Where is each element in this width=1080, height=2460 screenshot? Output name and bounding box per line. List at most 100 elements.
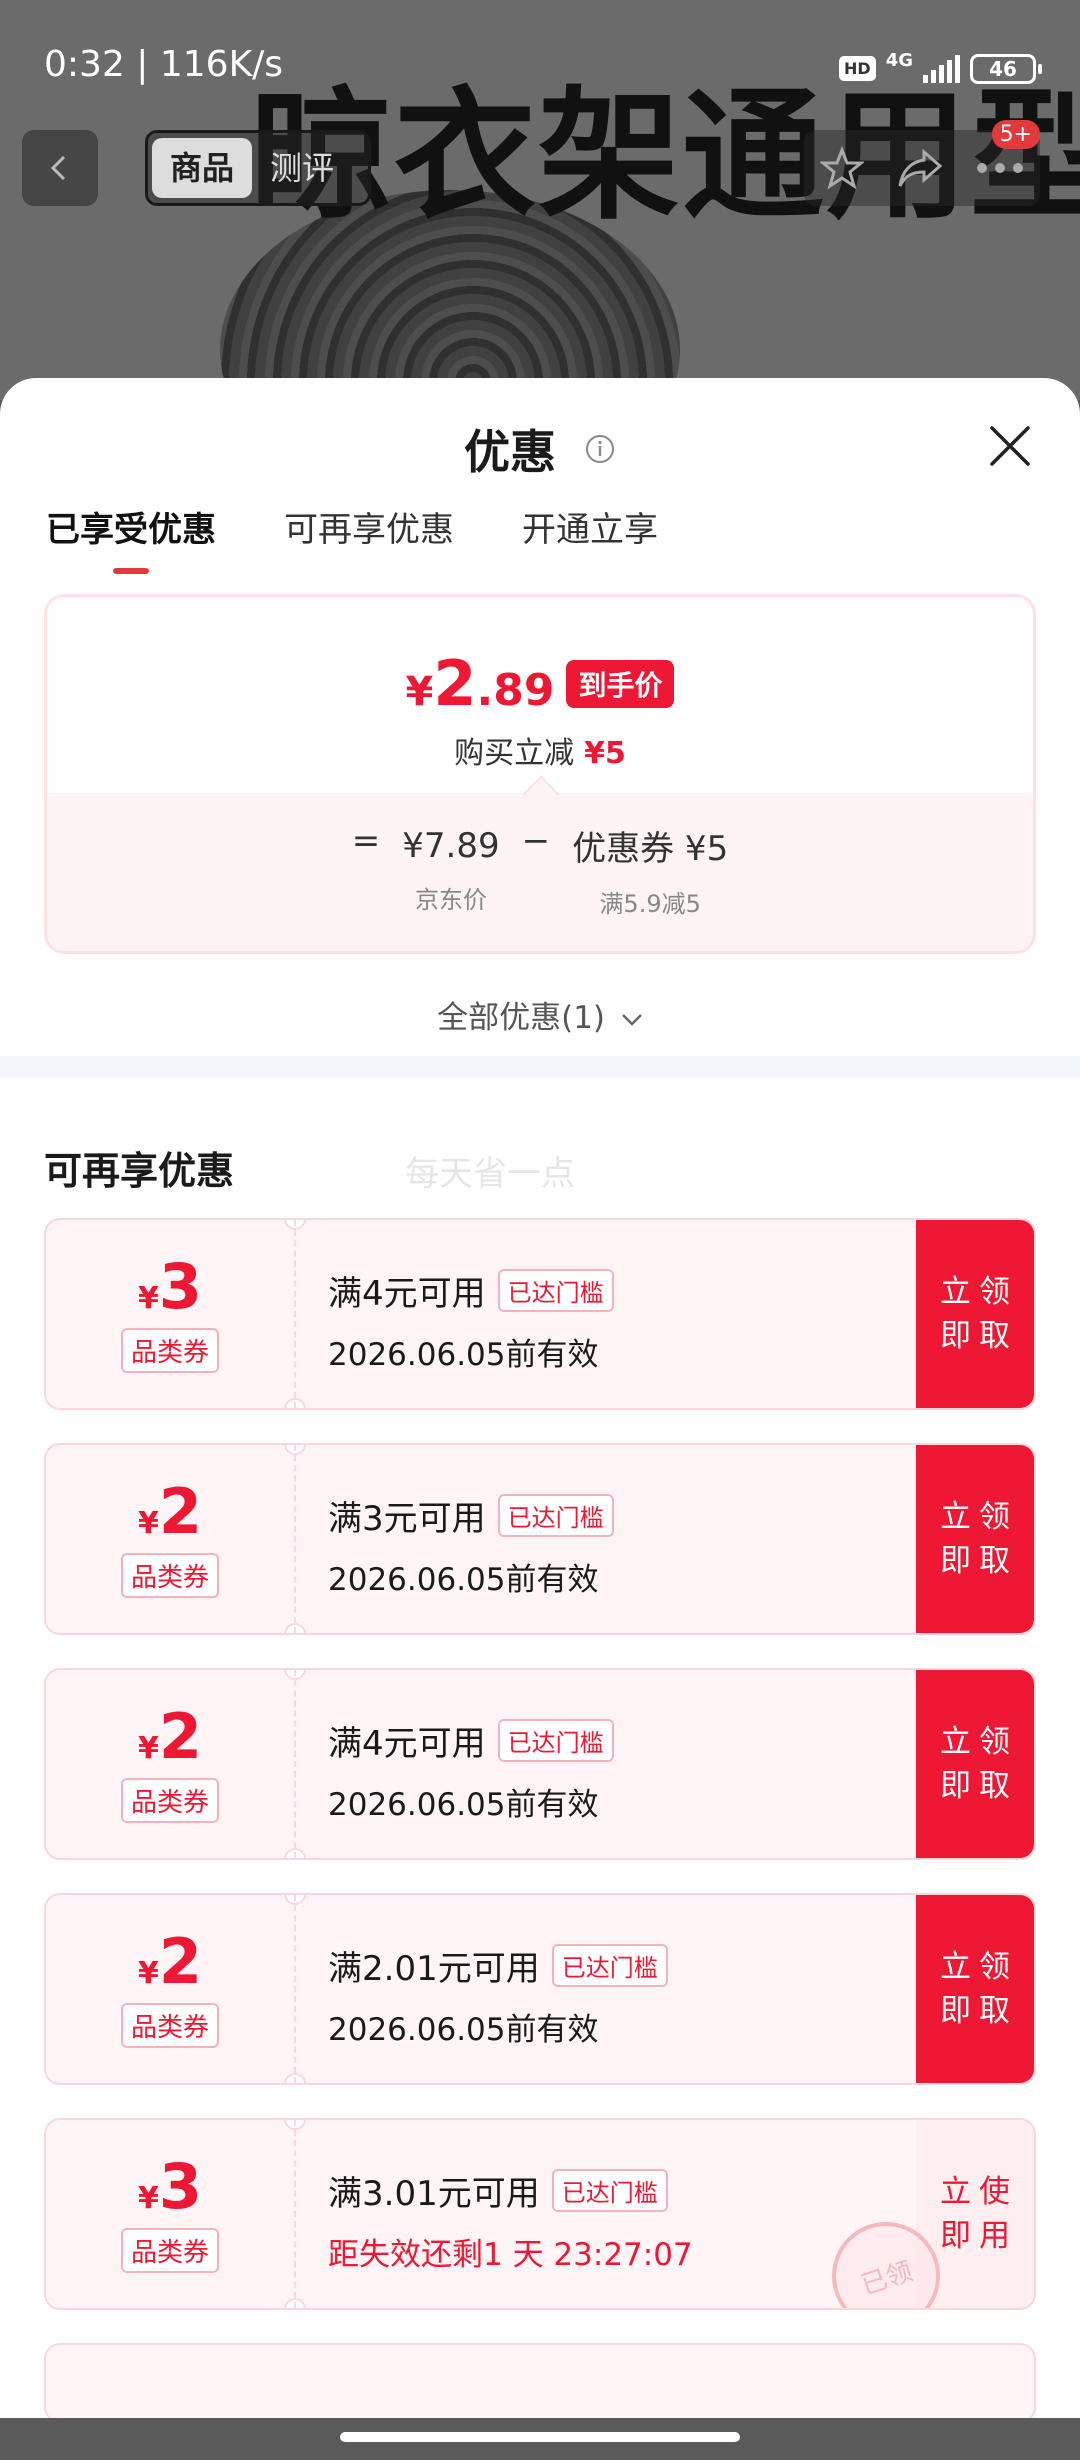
claim-coupon-button[interactable]: 立即 领取	[916, 1895, 1034, 2083]
threshold-met-badge: 已达门槛	[551, 1944, 668, 1987]
coupon-validity: 2026.06.05前有效	[328, 1787, 599, 1823]
back-button[interactable]	[22, 130, 98, 206]
discount-sheet: 优惠 已享受优惠 可再享优惠 开通立享 ¥2.89 到手价 购买立减 ¥5 = ¥…	[0, 378, 1080, 2418]
coupon-countdown: 距失效还剩1 天 23:27:07	[328, 2237, 693, 2273]
all-discounts-label: 全部优惠(1)	[437, 1000, 606, 1036]
sheet-header: 优惠	[0, 378, 1080, 488]
coupon-validity: 2026.06.05前有效	[328, 2012, 599, 2048]
tab-product[interactable]: 商品	[152, 138, 253, 198]
coupon-amount: ¥3	[137, 2149, 202, 2223]
claim-coupon-button[interactable]: 立即 领取	[916, 1670, 1034, 1858]
product-nav: 商品 测评 5+	[0, 120, 1080, 210]
coupon-amount: ¥2	[137, 1699, 202, 1773]
home-indicator[interactable]	[340, 2432, 740, 2442]
coupon-info: 满3元可用 已达门槛 2026.06.05前有效	[296, 1445, 916, 1633]
claim-coupon-button[interactable]: 立即 领取	[916, 1445, 1034, 1633]
message-badge: 5+	[991, 120, 1040, 149]
coupon-condition: 满4元可用	[328, 1274, 486, 1314]
status-bar: 0:32 | 116K/s HD 4G 46	[0, 0, 1080, 130]
coupon-type: 品类券	[120, 2002, 219, 2048]
section-watermark: 每天省一点	[405, 1154, 575, 1194]
jd-price-label: 京东价	[414, 885, 487, 914]
coupon-type: 品类券	[120, 1552, 219, 1598]
status-time: 0:32 | 116K/s	[44, 44, 284, 85]
tab-enjoyed[interactable]: 已享受优惠	[46, 488, 216, 574]
section-divider	[0, 1056, 1080, 1078]
section-title: 可再享优惠	[44, 1149, 235, 1193]
coupon-value: ¥2 品类券	[46, 1670, 296, 1858]
tab-review[interactable]: 测评	[252, 138, 352, 198]
jd-price: ¥7.89	[402, 825, 500, 866]
coupon-amount: ¥2	[137, 1924, 202, 1998]
network-type: 4G	[885, 50, 913, 71]
coupon-info: 满3.01元可用 已达门槛 距失效还剩1 天 23:27:07	[296, 2120, 916, 2308]
coupon-card-partial	[44, 2343, 1036, 2418]
battery-icon: 46	[970, 53, 1042, 84]
tab-more-available[interactable]: 可再享优惠	[284, 488, 454, 574]
coupon-info: 满4元可用 已达门槛 2026.06.05前有效	[296, 1670, 916, 1858]
coupon-type: 品类券	[120, 2227, 219, 2273]
reduction-label: 购买立减	[454, 736, 575, 771]
final-price-tag: 到手价	[566, 659, 675, 708]
system-nav-bar	[0, 2418, 1080, 2460]
chevron-left-icon	[50, 155, 66, 181]
info-icon[interactable]	[584, 433, 616, 465]
coupon-card: ¥3 品类券 满3.01元可用 已达门槛 距失效还剩1 天 23:27:07 已领…	[44, 2118, 1036, 2310]
sheet-title: 优惠	[0, 416, 1080, 482]
threshold-met-badge: 已达门槛	[497, 1719, 614, 1762]
star-icon[interactable]	[820, 146, 864, 190]
coupon-card: ¥2 品类券 满2.01元可用 已达门槛 2026.06.05前有效 立即 领取	[44, 1893, 1036, 2085]
price-formula: = ¥7.89 京东价 − 优惠券 ¥5 满5.9减5	[47, 821, 1033, 919]
threshold-met-badge: 已达门槛	[551, 2169, 668, 2212]
coupon-info: 满4元可用 已达门槛 2026.06.05前有效	[296, 1220, 916, 1408]
final-price-line: ¥2.89 到手价	[47, 597, 1033, 720]
threshold-met-badge: 已达门槛	[497, 1494, 614, 1537]
coupon-validity: 2026.06.05前有效	[328, 1337, 599, 1373]
discount-tabs: 已享受优惠 可再享优惠 开通立享	[0, 488, 1080, 574]
more-discounts-header: 可再享优惠 每天省一点	[0, 1078, 1080, 1198]
coupon-card: ¥2 品类券 满3元可用 已达门槛 2026.06.05前有效 立即 领取	[44, 1443, 1036, 1635]
final-price: ¥2.89	[405, 647, 555, 720]
instant-reduction: 购买立减 ¥5	[47, 728, 1033, 772]
coupon-card: ¥2 品类券 满4元可用 已达门槛 2026.06.05前有效 立即 领取	[44, 1668, 1036, 1860]
coupon-value: ¥2 品类券	[46, 1445, 296, 1633]
signal-icon	[923, 54, 960, 83]
coupon-condition: 满3.01元可用	[328, 2174, 540, 2214]
coupon-info: 满2.01元可用 已达门槛 2026.06.05前有效	[296, 1895, 916, 2083]
coupon-value: ¥2 品类券	[46, 1895, 296, 2083]
final-price-block: ¥2.89 到手价 购买立减 ¥5	[47, 597, 1033, 793]
more-icon[interactable]	[976, 162, 1024, 174]
price-summary-card: ¥2.89 到手价 购买立减 ¥5 = ¥7.89 京东价 − 优惠券 ¥5 满5…	[44, 594, 1036, 954]
coupon-deduction: 优惠券 ¥5	[572, 829, 729, 869]
coupon-condition: 满3元可用	[328, 1499, 486, 1539]
coupon-deduction-label: 满5.9减5	[599, 890, 701, 918]
jd-price-col: ¥7.89 京东价	[402, 826, 499, 915]
coupon-condition: 满4元可用	[328, 1724, 486, 1764]
share-icon[interactable]	[896, 146, 944, 190]
coupon-part-col: 优惠券 ¥5 满5.9减5	[572, 821, 728, 919]
coupon-value: ¥3 品类券	[46, 1220, 296, 1408]
claim-coupon-button[interactable]: 立即 领取	[916, 1220, 1034, 1408]
coupon-list: ¥3 品类券 满4元可用 已达门槛 2026.06.05前有效 立即 领取 ¥2 品…	[0, 1198, 1080, 2418]
product-page-background: 晾衣架通用型 0:32 | 116K/s HD 4G 46 商品 测评 5+	[0, 0, 1080, 400]
coupon-amount: ¥3	[137, 1249, 202, 1323]
reduction-value: ¥5	[584, 736, 626, 771]
coupon-type: 品类券	[120, 1777, 219, 1823]
price-breakdown: = ¥7.89 京东价 − 优惠券 ¥5 满5.9减5	[47, 793, 1033, 951]
product-tab-switch: 商品 测评	[145, 130, 371, 206]
all-discounts-toggle[interactable]: 全部优惠(1)	[0, 992, 1080, 1052]
coupon-condition: 满2.01元可用	[328, 1949, 540, 1989]
coupon-type: 品类券	[120, 1327, 219, 1373]
sheet-title-text: 优惠	[463, 425, 556, 479]
status-icons: HD 4G 46	[839, 50, 1042, 87]
coupon-amount: ¥2	[137, 1474, 202, 1548]
hd-icon: HD	[839, 56, 876, 81]
threshold-met-badge: 已达门槛	[497, 1269, 614, 1312]
minus-sign: −	[521, 821, 551, 861]
tab-activate[interactable]: 开通立享	[522, 488, 658, 574]
coupon-validity: 2026.06.05前有效	[328, 1562, 599, 1598]
product-actions: 5+	[804, 120, 1040, 206]
close-icon[interactable]	[986, 422, 1034, 470]
equals-sign: =	[351, 821, 381, 861]
coupon-value: ¥3 品类券	[46, 2120, 296, 2308]
